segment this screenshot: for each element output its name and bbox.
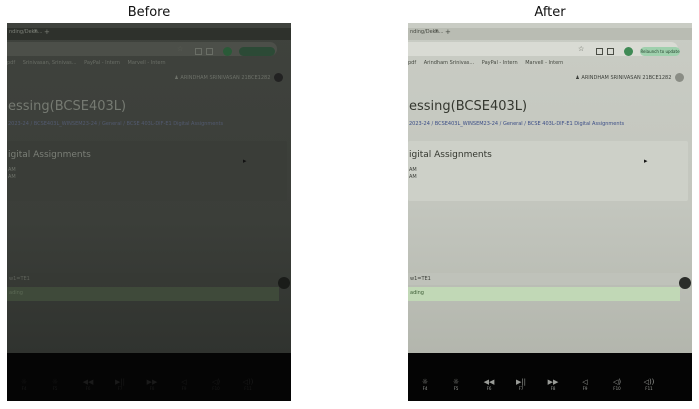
keyboard-function-row: ☼ F4 ☼ F5 ◀◀ F6 ▶|| F7 ▶▶ F8 ◁ F9 ◁) F10 ◁)) F11 bbox=[13, 378, 283, 396]
relaunch-button[interactable] bbox=[239, 47, 275, 56]
laptop-screen: nding/Dekh... × + ☆ Relaunch to update p… bbox=[408, 23, 692, 353]
key-f10[interactable]: ◁) F10 bbox=[205, 378, 227, 392]
bookmark-pdf[interactable]: pdf bbox=[408, 60, 416, 66]
before-label: Before bbox=[127, 5, 171, 20]
bookmark-marvell[interactable]: Marvell - Intern bbox=[128, 60, 166, 66]
grading-status-label: ading bbox=[9, 290, 23, 296]
chat-icon[interactable] bbox=[278, 277, 290, 289]
grading-row: ading bbox=[408, 287, 680, 301]
keyboard-function-row: ☼ F4 ☼ F5 ◀◀ F6 ▶|| F7 ▶▶ F8 ◁ F9 ◁) F10 ◁)) F11 bbox=[414, 378, 684, 396]
mouse-cursor: ▸ bbox=[644, 157, 648, 165]
bookmark-paypal[interactable]: PayPal - Intern bbox=[84, 60, 120, 66]
after-photo: nding/Dekh... × + ☆ Relaunch to update p… bbox=[408, 23, 692, 401]
address-bar[interactable] bbox=[7, 42, 277, 56]
key-f6[interactable]: ◀◀ F6 bbox=[478, 378, 500, 392]
user-profile[interactable]: ♟ ARINDHAM SRINIVASAN 21BCE1282 bbox=[575, 73, 684, 82]
section-title: igital Assignments bbox=[409, 150, 492, 160]
avatar[interactable] bbox=[274, 73, 283, 82]
before-photo: nding/Dekh... × + ☆ pdf Srinivasan, Srin… bbox=[7, 23, 291, 401]
profile-icon[interactable] bbox=[223, 47, 232, 56]
key-f8[interactable]: ▶▶ F8 bbox=[542, 378, 564, 392]
extension-icon[interactable] bbox=[596, 48, 603, 55]
submission-row: w1=TE1 bbox=[408, 273, 680, 285]
profile-name: ARINDHAM SRINIVASAN 21BCE1282 bbox=[581, 75, 672, 81]
tab-close-icon[interactable]: × bbox=[33, 28, 38, 35]
submission-status-label: w1=TE1 bbox=[410, 276, 431, 282]
key-f11[interactable]: ◁)) F11 bbox=[638, 378, 660, 392]
breadcrumb[interactable]: 2023-24 / BCSE403L_WINSEM23-24 / General… bbox=[409, 121, 624, 127]
avatar[interactable] bbox=[675, 73, 684, 82]
bookmark-srinivasan[interactable]: Arindham Srinivas... bbox=[424, 60, 474, 66]
due-date: AM bbox=[8, 174, 16, 180]
opened-date: AM bbox=[409, 167, 417, 173]
section-title: igital Assignments bbox=[8, 150, 91, 160]
bookmarks-bar: pdf Srinivasan, Srinivas... PayPal - Int… bbox=[7, 60, 291, 70]
grading-row: ading bbox=[7, 287, 279, 301]
mouse-cursor: ▸ bbox=[243, 157, 247, 165]
page-title: essing(BCSE403L) bbox=[8, 99, 127, 114]
key-f5[interactable]: ☼ F5 bbox=[445, 378, 467, 392]
reading-list-icon[interactable] bbox=[607, 48, 614, 55]
profile-name: ARINDHAM SRINIVASAN 21BCE1282 bbox=[180, 75, 271, 81]
key-f5[interactable]: ☼ F5 bbox=[44, 378, 66, 392]
key-f7[interactable]: ▶|| F7 bbox=[510, 378, 532, 392]
relaunch-button[interactable]: Relaunch to update bbox=[640, 47, 680, 56]
extension-icon[interactable] bbox=[195, 48, 202, 55]
new-tab-icon[interactable]: + bbox=[445, 28, 451, 36]
bookmark-marvell[interactable]: Marvell - Intern bbox=[525, 60, 563, 66]
opened-date: AM bbox=[8, 167, 16, 173]
browser-tab-bar: nding/Dekh... × + bbox=[408, 28, 692, 40]
key-f9[interactable]: ◁ F9 bbox=[173, 378, 195, 392]
breadcrumb[interactable]: 2023-24 / BCSE403L_WINSEM23-24 / General… bbox=[8, 121, 223, 127]
star-icon[interactable]: ☆ bbox=[177, 45, 183, 53]
tab-close-icon[interactable]: × bbox=[434, 28, 439, 35]
page-title: essing(BCSE403L) bbox=[409, 99, 528, 114]
due-date: AM bbox=[409, 174, 417, 180]
bookmark-pdf[interactable]: pdf bbox=[7, 60, 15, 66]
new-tab-icon[interactable]: + bbox=[44, 28, 50, 36]
key-f10[interactable]: ◁) F10 bbox=[606, 378, 628, 392]
after-label: After bbox=[534, 5, 566, 20]
star-icon[interactable]: ☆ bbox=[578, 45, 584, 53]
submission-row: w1=TE1 bbox=[7, 273, 279, 285]
bell-icon[interactable]: ♟ bbox=[174, 75, 178, 81]
bookmark-srinivasan[interactable]: Srinivasan, Srinivas... bbox=[23, 60, 77, 66]
key-f4[interactable]: ☼ F4 bbox=[13, 378, 35, 392]
key-f11[interactable]: ◁)) F11 bbox=[237, 378, 259, 392]
key-f6[interactable]: ◀◀ F6 bbox=[77, 378, 99, 392]
key-f7[interactable]: ▶|| F7 bbox=[109, 378, 131, 392]
profile-icon[interactable] bbox=[624, 47, 633, 56]
chat-icon[interactable] bbox=[679, 277, 691, 289]
address-bar[interactable] bbox=[408, 42, 678, 56]
reading-list-icon[interactable] bbox=[206, 48, 213, 55]
key-f8[interactable]: ▶▶ F8 bbox=[141, 378, 163, 392]
bell-icon[interactable]: ♟ bbox=[575, 75, 579, 81]
bookmarks-bar: pdf Arindham Srinivas... PayPal - Intern… bbox=[408, 60, 692, 70]
key-f4[interactable]: ☼ F4 bbox=[414, 378, 436, 392]
key-f9[interactable]: ◁ F9 bbox=[574, 378, 596, 392]
submission-status-label: w1=TE1 bbox=[9, 276, 30, 282]
grading-status-label: ading bbox=[410, 290, 424, 296]
laptop-screen: nding/Dekh... × + ☆ pdf Srinivasan, Srin… bbox=[7, 23, 291, 353]
user-profile[interactable]: ♟ ARINDHAM SRINIVASAN 21BCE1282 bbox=[174, 73, 283, 82]
browser-tab-bar: nding/Dekh... × + bbox=[7, 28, 291, 40]
bookmark-paypal[interactable]: PayPal - Intern bbox=[482, 60, 518, 66]
